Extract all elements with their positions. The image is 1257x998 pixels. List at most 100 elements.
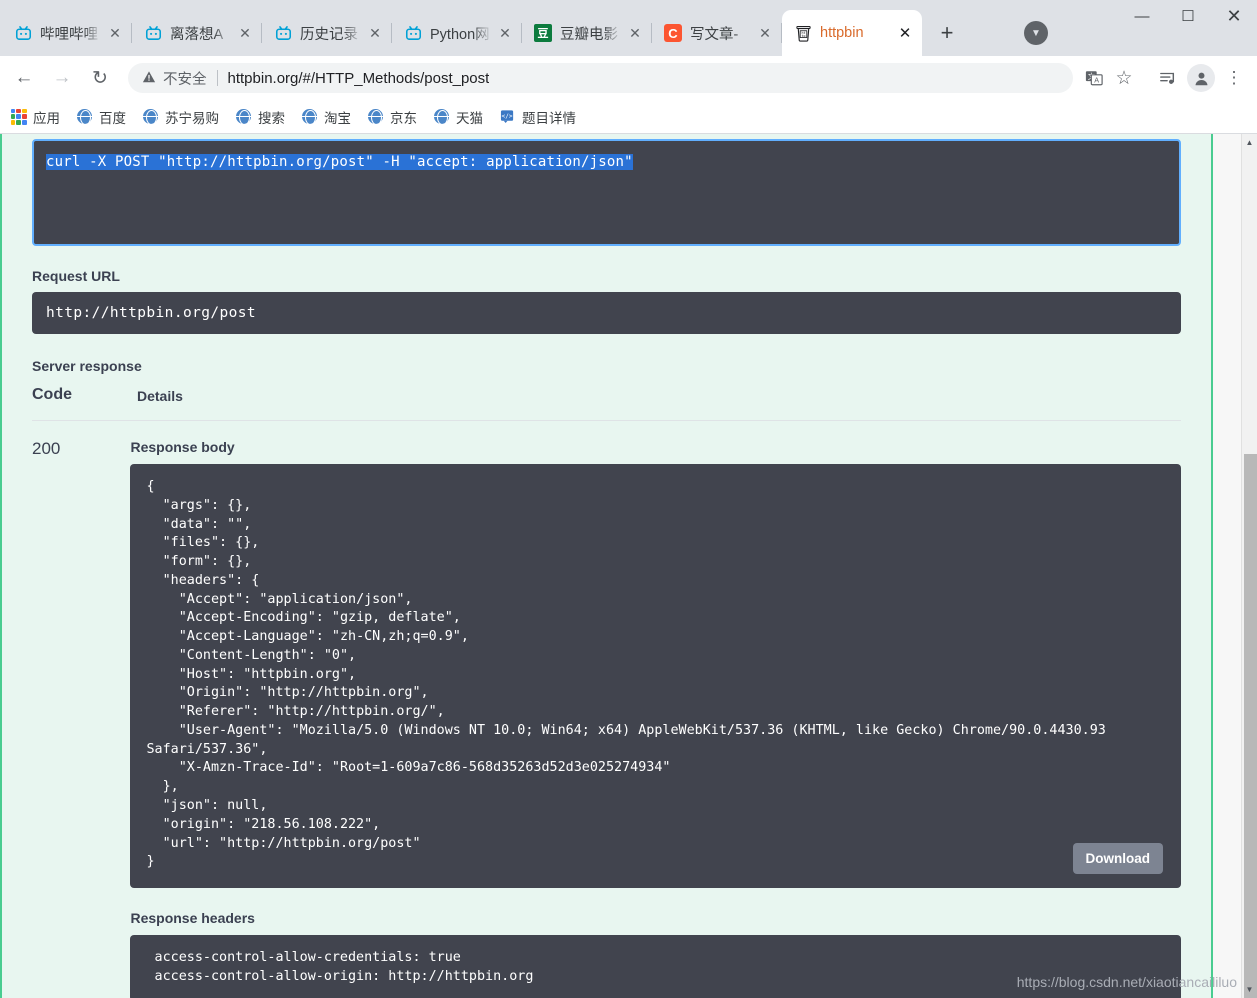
bookmark-label: 京东 — [390, 110, 417, 126]
browser-tab[interactable]: Python网 ✕ — [392, 10, 522, 56]
tab-title: 历史记录 — [300, 26, 358, 43]
close-icon[interactable]: ✕ — [494, 22, 516, 44]
globe-icon — [301, 108, 318, 125]
bookmarks-bar: 应用 百度 苏宁易购 搜索 淘宝 京东 天猫 </> 题目详情 — [0, 100, 1257, 134]
scrollbar-thumb[interactable] — [1244, 454, 1257, 998]
douban-icon: 豆 — [534, 24, 552, 42]
bookmark-search[interactable]: 搜索 — [235, 107, 285, 127]
tab-search-icon[interactable]: ▼ — [1024, 21, 1048, 45]
svg-text:tp: tp — [801, 34, 805, 38]
globe-icon — [142, 108, 159, 125]
media-control-icon[interactable] — [1153, 63, 1183, 93]
globe-icon — [367, 108, 384, 125]
chrome-menu-icon[interactable]: ⋮ — [1219, 63, 1249, 93]
minimize-button[interactable]: — — [1119, 0, 1165, 32]
address-bar[interactable]: 不安全 httpbin.org/#/HTTP_Methods/post_post — [128, 63, 1073, 93]
omnibox-divider — [216, 70, 218, 86]
browser-tab[interactable]: 哔哩哔哩 ✕ — [2, 10, 132, 56]
bilibili-icon — [14, 24, 32, 42]
bilibili-icon — [144, 24, 162, 42]
globe-icon — [433, 108, 450, 125]
response-body-json: { "args": {}, "data": "", "files": {}, "… — [146, 479, 1106, 870]
scroll-up-icon[interactable]: ▲ — [1242, 134, 1257, 151]
tab-title: httpbin — [820, 25, 864, 41]
forward-icon[interactable]: → — [46, 62, 78, 94]
bookmark-suning[interactable]: 苏宁易购 — [142, 107, 219, 127]
browser-tab[interactable]: C 写文章- ✕ — [652, 10, 782, 56]
tab-title: 哔哩哔哩 — [40, 26, 98, 43]
page-scrollbar[interactable]: ▲ ▼ — [1241, 134, 1257, 998]
request-url-label: Request URL — [32, 268, 120, 284]
status-code-value: 200 — [32, 439, 61, 458]
tab-title: 豆瓣电影 — [560, 26, 618, 43]
tab-title: 写文章- — [690, 26, 739, 43]
douban-glyph: 豆 — [537, 28, 549, 40]
column-header-code: Code — [32, 386, 72, 403]
bookmark-tmall[interactable]: 天猫 — [433, 107, 483, 127]
bilibili-icon — [274, 24, 292, 42]
response-headers-box: access-control-allow-credentials: true a… — [130, 935, 1181, 998]
bilibili-icon — [404, 24, 422, 42]
curl-command-text: curl -X POST "http://httpbin.org/post" -… — [46, 154, 633, 170]
browser-tab[interactable]: 离落想A ✕ — [132, 10, 262, 56]
column-header-details: Details — [137, 388, 183, 404]
browser-toolbar: ← → ↻ 不安全 httpbin.org/#/HTTP_Methods/pos… — [0, 56, 1257, 100]
response-body-label: Response body — [130, 439, 235, 455]
scroll-down-icon[interactable]: ▼ — [1242, 981, 1257, 998]
profile-avatar[interactable] — [1187, 64, 1215, 92]
bookmark-label: 应用 — [33, 110, 60, 126]
svg-text:</>: </> — [502, 113, 513, 120]
translate-icon[interactable]: 文A — [1079, 63, 1109, 93]
response-body-box: { "args": {}, "data": "", "files": {}, "… — [130, 464, 1181, 889]
bookmark-apps[interactable]: 应用 — [10, 107, 60, 127]
browser-tab[interactable]: 豆 豆瓣电影 ✕ — [522, 10, 652, 56]
close-icon[interactable]: ✕ — [754, 22, 776, 44]
browser-window: 哔哩哔哩 ✕ 离落想A ✕ 历史记录 ✕ Python网 ✕ 豆 豆瓣电影 ✕ … — [0, 0, 1257, 998]
bookmark-label: 搜索 — [258, 110, 285, 126]
globe-icon — [76, 108, 93, 125]
back-icon[interactable]: ← — [8, 62, 40, 94]
response-details: Response body { "args": {}, "data": "", … — [130, 439, 1181, 998]
tab-strip: 哔哩哔哩 ✕ 离落想A ✕ 历史记录 ✕ Python网 ✕ 豆 豆瓣电影 ✕ … — [0, 0, 1257, 56]
window-controls: — ☐ ✕ — [1119, 0, 1257, 32]
bookmark-taobao[interactable]: 淘宝 — [301, 107, 351, 127]
bookmark-problem-detail[interactable]: </> 题目详情 — [499, 107, 576, 127]
close-icon[interactable]: ✕ — [624, 22, 646, 44]
tab-title: 离落想A — [170, 26, 224, 43]
response-table: Code Details 200 Response body { "args":… — [32, 386, 1181, 998]
response-headers-label: Response headers — [130, 910, 255, 927]
bookmark-star-icon[interactable]: ☆ — [1109, 63, 1139, 93]
doc-icon: </> — [499, 108, 516, 125]
bookmark-label: 题目详情 — [522, 110, 576, 126]
bookmark-label: 苏宁易购 — [165, 110, 219, 126]
bookmark-label: 天猫 — [456, 110, 483, 126]
close-icon[interactable]: ✕ — [104, 22, 126, 44]
close-icon[interactable]: ✕ — [894, 22, 916, 44]
response-headers-text: access-control-allow-credentials: true a… — [154, 950, 534, 984]
request-url-value: http://httpbin.org/post — [32, 292, 1181, 334]
svg-text:A: A — [1094, 76, 1099, 85]
security-status-text: 不安全 — [163, 71, 207, 88]
page-viewport: curl -X POST "http://httpbin.org/post" -… — [0, 134, 1257, 998]
download-button[interactable]: Download — [1072, 843, 1163, 875]
close-window-button[interactable]: ✕ — [1211, 0, 1257, 32]
curl-command-block[interactable]: curl -X POST "http://httpbin.org/post" -… — [32, 139, 1181, 246]
browser-tab[interactable]: 历史记录 ✕ — [262, 10, 392, 56]
table-row: 200 Response body { "args": {}, "data": … — [32, 421, 1181, 998]
bookmark-label: 百度 — [99, 110, 126, 126]
response-table-header: Code Details — [32, 386, 1181, 421]
bookmark-baidu[interactable]: 百度 — [76, 107, 126, 127]
not-secure-warning-icon[interactable] — [142, 70, 156, 87]
tab-title: Python网 — [430, 26, 490, 43]
new-tab-button[interactable]: + — [930, 16, 964, 50]
url-text: httpbin.org/#/HTTP_Methods/post_post — [227, 69, 490, 87]
reload-icon[interactable]: ↻ — [84, 62, 116, 94]
browser-tab-active[interactable]: ht tp httpbin ✕ — [782, 10, 922, 56]
csdn-glyph: C — [668, 25, 678, 41]
close-icon[interactable]: ✕ — [364, 22, 386, 44]
bookmark-label: 淘宝 — [324, 110, 351, 126]
bookmark-jd[interactable]: 京东 — [367, 107, 417, 127]
csdn-icon: C — [664, 24, 682, 42]
maximize-button[interactable]: ☐ — [1165, 0, 1211, 32]
close-icon[interactable]: ✕ — [234, 22, 256, 44]
